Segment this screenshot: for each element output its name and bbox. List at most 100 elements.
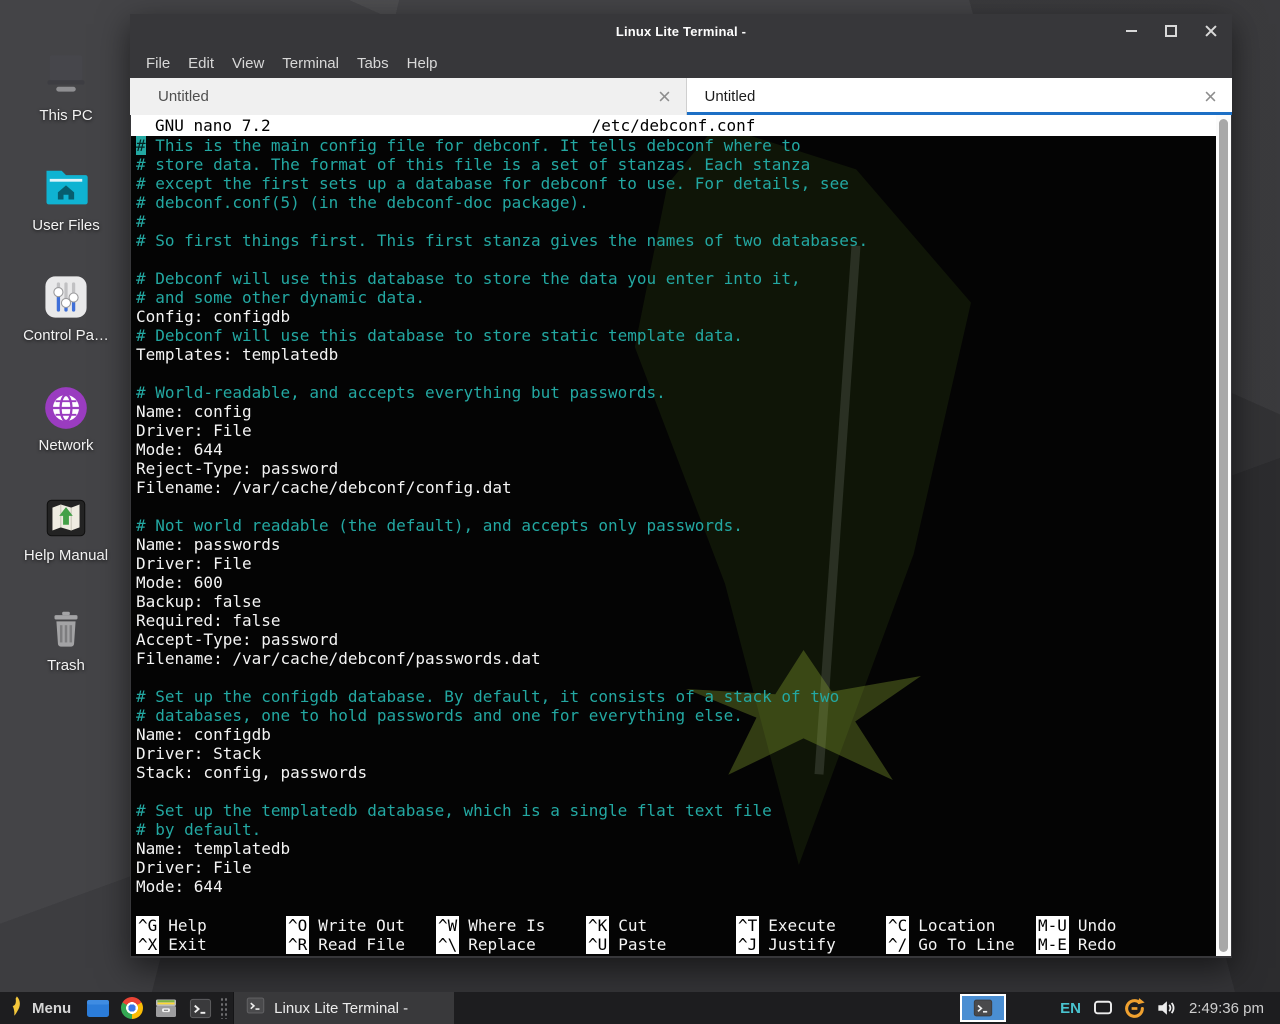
terminal-tab-1[interactable]: Untitled	[130, 78, 687, 115]
volume-icon[interactable]	[1156, 999, 1176, 1017]
menu-item-tabs[interactable]: Tabs	[357, 55, 389, 72]
tab-close-icon[interactable]	[659, 91, 670, 102]
terminal-line: Name: configdb	[136, 725, 1216, 744]
file-manager-icon[interactable]	[85, 995, 111, 1021]
terminal-tab-2[interactable]: Untitled	[687, 78, 1233, 115]
terminal-line: Backup: false	[136, 592, 1216, 611]
terminal-line: Driver: File	[136, 554, 1216, 573]
terminal-line: # by default.	[136, 820, 1216, 839]
terminal-line	[136, 782, 1216, 801]
nano-shortcut-go-to-line: ^/Go To Line	[886, 935, 1036, 954]
archive-icon[interactable]	[153, 995, 179, 1021]
desktop-icon-label: Control Pa…	[23, 327, 109, 344]
tab-close-icon[interactable]	[1205, 91, 1216, 102]
terminal-content[interactable]: GNU nano 7.2 /etc/debconf.conf # This is…	[131, 115, 1216, 956]
window-titlebar[interactable]: Linux Lite Terminal -	[130, 14, 1232, 48]
terminal-line	[136, 364, 1216, 383]
taskbar-separator-handle[interactable]	[220, 997, 228, 1019]
shortcut-key: ^T	[736, 916, 759, 935]
close-icon[interactable]	[1204, 24, 1218, 38]
terminal-line: Name: passwords	[136, 535, 1216, 554]
terminal-line: # except the first sets up a database fo…	[136, 174, 1216, 193]
desktop-icon-help-manual[interactable]: Help Manual	[0, 468, 132, 564]
terminal-line	[136, 497, 1216, 516]
display-icon[interactable]	[1093, 1000, 1113, 1016]
menu-item-file[interactable]: File	[146, 55, 170, 72]
shortcut-key: M-E	[1036, 935, 1069, 954]
terminal-window: Linux Lite Terminal - File Edit View Termin…	[130, 14, 1232, 958]
desktop-icon-network[interactable]: Network	[0, 358, 132, 454]
shortcut-label: Where Is	[468, 916, 545, 935]
start-menu-label: Menu	[32, 1000, 71, 1017]
system-tray: EN 2:49:36 pm	[960, 994, 1280, 1022]
menu-item-view[interactable]: View	[232, 55, 264, 72]
menu-item-edit[interactable]: Edit	[188, 55, 214, 72]
minimize-icon[interactable]	[1124, 24, 1138, 38]
scrollbar-thumb[interactable]	[1219, 119, 1228, 952]
terminal-line: Required: false	[136, 611, 1216, 630]
updates-icon[interactable]	[1123, 997, 1146, 1020]
trash-icon	[43, 595, 89, 653]
shortcut-label: Execute	[768, 916, 835, 935]
shortcut-label: Cut	[618, 916, 647, 935]
desktop-icon-control-pa[interactable]: Control Pa…	[0, 248, 132, 344]
terminal-line: Mode: 600	[136, 573, 1216, 592]
terminal-line: # Set up the templatedb database, which …	[136, 801, 1216, 820]
desktop-icon-label: This PC	[39, 107, 92, 124]
desktop-icon-label: Help Manual	[24, 547, 108, 564]
nano-shortcut-location: ^CLocation	[886, 916, 1036, 935]
terminal-line: Name: templatedb	[136, 839, 1216, 858]
maximize-icon[interactable]	[1164, 24, 1178, 38]
nano-shortcut-replace: ^\Replace	[436, 935, 586, 954]
shortcut-key: ^R	[286, 935, 309, 954]
shortcut-label: Exit	[168, 935, 207, 954]
terminal-line: # databases, one to hold passwords and o…	[136, 706, 1216, 725]
nano-shortcut-redo: M-E Redo	[1036, 935, 1186, 954]
folder-home-icon	[40, 155, 92, 213]
shortcut-label: Redo	[1078, 935, 1117, 954]
shortcut-key: ^J	[736, 935, 759, 954]
menu-item-terminal[interactable]: Terminal	[282, 55, 339, 72]
terminal-line	[136, 668, 1216, 687]
taskbar: Menu Linux Lite Terminal - EN	[0, 992, 1280, 1024]
nano-shortcut-exit: ^XExit	[136, 935, 286, 954]
taskbar-window-label: Linux Lite Terminal -	[274, 1000, 408, 1017]
desktop-icon-list: This PC User Files Control Pa… Network Help …	[0, 28, 132, 674]
tray-terminal-icon[interactable]	[960, 994, 1006, 1022]
desktop-icon-user-files[interactable]: User Files	[0, 138, 132, 234]
terminal-lines[interactable]: # This is the main config file for debco…	[131, 136, 1216, 896]
scrollbar[interactable]	[1216, 115, 1231, 956]
desktop-icon-trash[interactable]: Trash	[0, 578, 132, 674]
shortcut-label: Justify	[768, 935, 835, 954]
terminal-line: Filename: /var/cache/debconf/config.dat	[136, 478, 1216, 497]
taskbar-clock: 2:49:36 pm	[1189, 1000, 1264, 1017]
taskbar-window-button[interactable]: Linux Lite Terminal -	[233, 992, 454, 1024]
text-cursor: #	[136, 136, 146, 155]
terminal-line: # Not world readable (the default), and …	[136, 516, 1216, 535]
terminal-line: Reject-Type: password	[136, 459, 1216, 478]
menu-bar: File Edit View Terminal Tabs Help	[130, 48, 1232, 78]
terminal-line: Name: config	[136, 402, 1216, 421]
nano-editor: GNU nano 7.2 /etc/debconf.conf # This is…	[131, 115, 1231, 956]
nano-shortcuts: ^GHelp^OWrite Out^WWhere Is^KCut^TExecut…	[131, 916, 1216, 954]
nano-shortcut-cut: ^KCut	[586, 916, 736, 935]
terminal-line: Mode: 644	[136, 440, 1216, 459]
tab-bar: UntitledUntitled	[130, 78, 1232, 115]
shortcut-key: ^/	[886, 935, 909, 954]
terminal-line: Mode: 644	[136, 877, 1216, 896]
menu-item-help[interactable]: Help	[407, 55, 438, 72]
nano-file-path: /etc/debconf.conf	[592, 116, 756, 135]
chrome-icon[interactable]	[119, 995, 145, 1021]
start-menu-button[interactable]: Menu	[0, 992, 81, 1024]
terminal-icon	[246, 996, 265, 1020]
keyboard-layout-indicator[interactable]: EN	[1060, 1000, 1081, 1017]
terminal-icon[interactable]	[187, 995, 213, 1021]
nano-shortcut-execute: ^T Execute	[736, 916, 886, 935]
desktop-icon-this-pc[interactable]: This PC	[0, 28, 132, 124]
terminal-line: # Debconf will use this database to stor…	[136, 269, 1216, 288]
terminal-line: Accept-Type: password	[136, 630, 1216, 649]
terminal-line: # Debconf will use this database to stor…	[136, 326, 1216, 345]
terminal-line: # This is the main config file for debco…	[136, 136, 1216, 155]
terminal-line: Driver: File	[136, 858, 1216, 877]
shortcut-label: Location	[918, 916, 995, 935]
